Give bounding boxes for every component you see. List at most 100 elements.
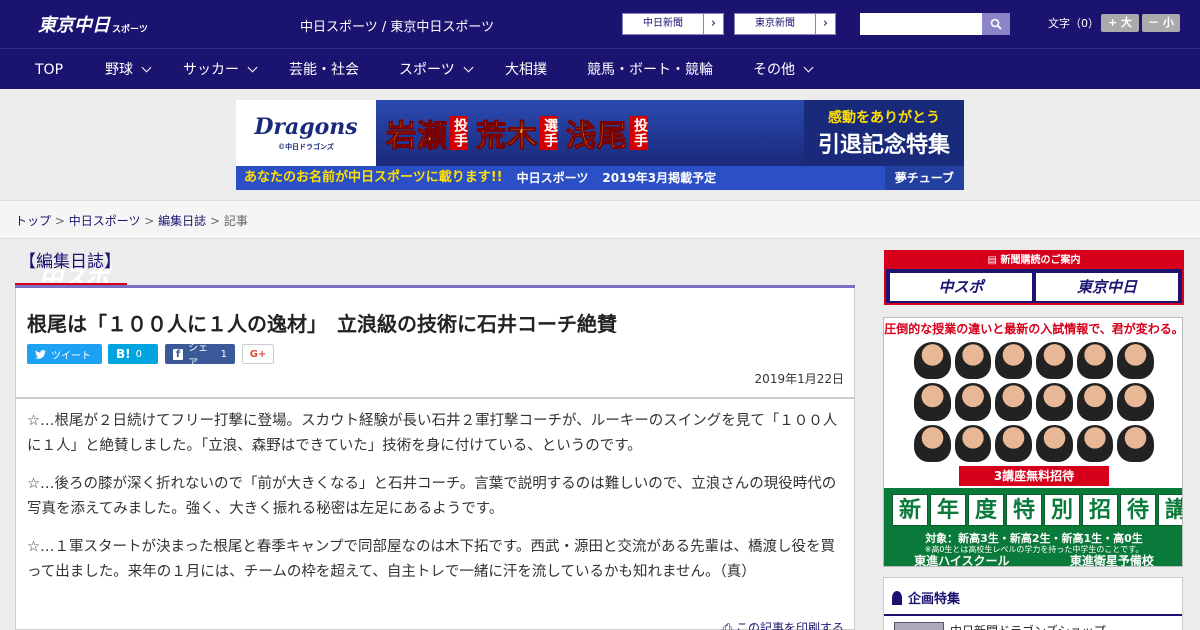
ad-green-panel: 新年度特別招待講 対象：新高3生・新高2生・新高1生・高0生 ※高0生とは高校生… bbox=[884, 488, 1182, 567]
article-body: ☆…根尾が２日続けてフリー打撃に登場。スカウト経験が長い石井２軍打撃コーチが、ル… bbox=[15, 398, 855, 630]
facebook-icon: f bbox=[173, 348, 184, 360]
search-button[interactable] bbox=[982, 13, 1010, 35]
teacher-photo bbox=[954, 424, 992, 462]
subscribe-chuspo-button[interactable]: 中スポ bbox=[890, 273, 1032, 301]
subscribe-tokyo-chunichi-button[interactable]: 東京中日 bbox=[1036, 273, 1178, 301]
subscription-box: ▤ 新聞購読のご案内 中スポ 東京中日 bbox=[884, 250, 1184, 305]
ad-invite-badge: 3講座無料招待 bbox=[959, 466, 1109, 486]
teacher-photo bbox=[1076, 424, 1114, 462]
teacher-photo bbox=[995, 383, 1032, 421]
font-larger-button[interactable]: + 大 bbox=[1101, 14, 1139, 32]
feature-item-link[interactable]: 中日新聞ドラゴンズショップ bbox=[950, 622, 1106, 630]
chunichi-shimbun-link[interactable]: 中日新聞 › bbox=[622, 13, 724, 35]
ad-school: 東進ハイスクール bbox=[914, 554, 1010, 567]
ad-title-char: 年 bbox=[930, 494, 966, 526]
nav-other[interactable]: その他 bbox=[753, 49, 814, 90]
facebook-share-button[interactable]: f シェア 1 bbox=[165, 343, 235, 369]
search-icon bbox=[990, 18, 1002, 30]
nav-label: 野球 bbox=[105, 61, 133, 78]
hatena-bookmark-button[interactable]: B! 0 bbox=[108, 344, 158, 364]
site-name: 中日スポーツ / 東京中日スポーツ bbox=[300, 20, 495, 35]
nav-sports[interactable]: スポーツ bbox=[399, 49, 474, 90]
strip-brand: 中日スポーツ bbox=[516, 171, 589, 185]
ribbon-icon bbox=[892, 590, 902, 605]
nav-label: 大相撲 bbox=[505, 61, 547, 78]
teacher-photo bbox=[1117, 424, 1154, 462]
teacher-photo bbox=[1036, 424, 1073, 462]
search-input[interactable] bbox=[860, 13, 982, 35]
newspaper-icon: ▤ bbox=[987, 255, 1001, 266]
print-label: この記事を印刷する bbox=[735, 621, 844, 630]
chevron-down-icon bbox=[803, 62, 814, 73]
player-name: 岩瀬 bbox=[386, 119, 448, 155]
strip-date: 2019年3月掲載予定 bbox=[602, 171, 717, 185]
feature-title: 企画特集 bbox=[892, 588, 960, 607]
ad-schools: 東進ハイスクール 東進衛星予備校 bbox=[884, 552, 1182, 567]
breadcrumb-top[interactable]: トップ bbox=[15, 214, 51, 228]
nav-label: スポーツ bbox=[399, 61, 455, 78]
link-label: 中日新聞 bbox=[643, 18, 683, 29]
logo-sports: スポーツ bbox=[112, 24, 148, 35]
breadcrumb-editorial-diary[interactable]: 編集日誌 bbox=[158, 214, 206, 228]
ad-title-char: 招 bbox=[1082, 494, 1118, 526]
breadcrumb-chunichi-sports[interactable]: 中日スポーツ bbox=[69, 214, 141, 228]
player-position: 投手 bbox=[630, 116, 648, 150]
ad-teachers-photo bbox=[914, 342, 1154, 462]
feature-thumbnail[interactable] bbox=[894, 622, 944, 630]
breadcrumb-sep: > bbox=[206, 214, 224, 228]
nav-entertainment[interactable]: 芸能・社会 bbox=[289, 49, 359, 90]
chevron-down-icon bbox=[247, 62, 258, 73]
nav-label: 芸能・社会 bbox=[289, 61, 359, 78]
chevron-right-icon: › bbox=[815, 14, 835, 34]
breadcrumb-sep: > bbox=[51, 214, 69, 228]
teacher-photo bbox=[995, 424, 1032, 462]
font-smaller-button[interactable]: － 小 bbox=[1142, 14, 1180, 32]
article-header-card: 根尾は「１００人に１人の逸材」 立浪級の技術に石井コーチ絶賛 ツイート B! 0… bbox=[15, 288, 855, 398]
top-header: 中スポ 東京中日 スポーツ 中日スポーツ / 東京中日スポーツ 中日新聞 › 東… bbox=[0, 0, 1200, 292]
player-iwase: 岩瀬 投手 bbox=[386, 111, 468, 155]
chevron-right-icon: › bbox=[703, 14, 723, 34]
nav-baseball[interactable]: 野球 bbox=[105, 49, 152, 90]
teacher-photo bbox=[1076, 383, 1114, 421]
hatena-icon: B! bbox=[116, 347, 131, 361]
teacher-photo bbox=[1117, 342, 1154, 380]
nav-soccer[interactable]: サッカー bbox=[183, 49, 258, 90]
ad-title-char: 別 bbox=[1044, 494, 1080, 526]
teacher-photo bbox=[1036, 383, 1073, 421]
nav-label: TOP bbox=[35, 61, 64, 78]
facebook-share-label: シェア bbox=[188, 343, 209, 369]
nav-top[interactable]: TOP bbox=[35, 49, 63, 90]
dragons-logo: Dragons ©中日ドラゴンズ bbox=[236, 100, 376, 166]
strip-partner: 夢チューブ bbox=[884, 166, 964, 190]
nav-keiba[interactable]: 競馬・ボート・競輪 bbox=[587, 49, 713, 90]
nav-label: 競馬・ボート・競輪 bbox=[587, 61, 713, 78]
toshin-ad[interactable]: 圧倒的な授業の違いと最新の入試情報で、君が変わる。 3講座無料招待 新年度特別招… bbox=[883, 317, 1183, 567]
player-araki: 荒木 選手 bbox=[476, 111, 558, 155]
chevron-down-icon bbox=[463, 62, 474, 73]
strip-text: あなたのお名前が中日スポーツに載ります!! bbox=[244, 170, 503, 185]
hatena-count: 0 bbox=[135, 348, 142, 360]
banner-strip: あなたのお名前が中日スポーツに載ります!! 中日スポーツ 2019年3月掲載予定… bbox=[236, 166, 964, 190]
dragons-copyright: ©中日ドラゴンズ bbox=[278, 142, 334, 151]
teacher-photo bbox=[954, 383, 992, 421]
site-logo[interactable]: 中スポ 東京中日 スポーツ bbox=[24, 8, 148, 292]
subscription-heading-label: 新聞購読のご案内 bbox=[1000, 255, 1081, 266]
link-label: 東京新聞 bbox=[755, 18, 795, 29]
article-column: 【編集日誌】 根尾は「１００人に１人の逸材」 立浪級の技術に石井コーチ絶賛 ツイ… bbox=[15, 250, 855, 630]
tokyo-shimbun-link[interactable]: 東京新聞 › bbox=[734, 13, 836, 35]
twitter-share-button[interactable]: ツイート bbox=[27, 344, 102, 364]
logo-tokyo-chunichi: 東京中日 bbox=[38, 15, 110, 36]
dragons-wordmark: Dragons bbox=[254, 114, 358, 140]
ad-title-char: 待 bbox=[1120, 494, 1156, 526]
teacher-photo bbox=[914, 342, 951, 380]
ad-title-char: 新 bbox=[892, 494, 928, 526]
print-article-link[interactable]: ⎙ この記事を印刷する bbox=[723, 619, 844, 630]
breadcrumb-sep: > bbox=[140, 214, 159, 228]
dragons-retirement-banner[interactable]: Dragons ©中日ドラゴンズ 岩瀬 投手 荒木 選手 浅尾 投手 感動をありがとう… bbox=[236, 100, 964, 190]
article-title: 根尾は「１００人に１人の逸材」 立浪級の技術に石井コーチ絶賛 bbox=[27, 312, 617, 336]
feature-box: 企画特集 中日新聞ドラゴンズショップ bbox=[883, 577, 1183, 630]
teacher-photo bbox=[914, 383, 951, 421]
player-name: 荒木 bbox=[476, 119, 538, 155]
google-plus-button[interactable]: G+ bbox=[242, 344, 274, 364]
nav-sumo[interactable]: 大相撲 bbox=[505, 49, 547, 90]
